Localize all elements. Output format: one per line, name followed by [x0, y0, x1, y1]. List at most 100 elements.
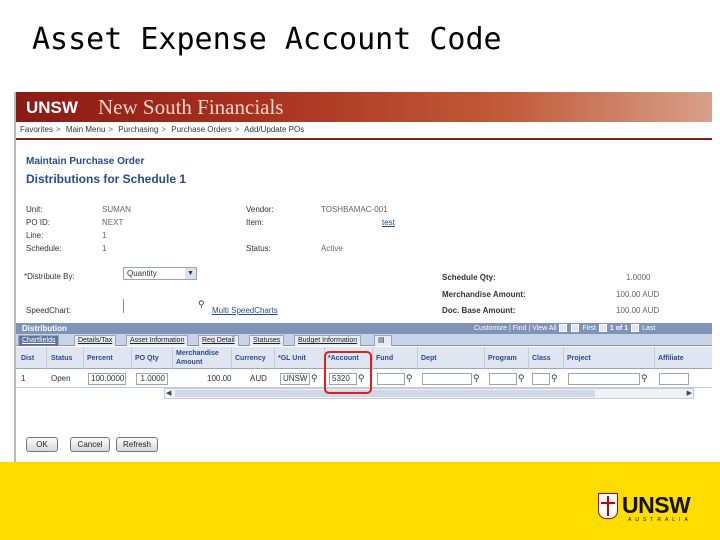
search-icon[interactable]: ⚲ — [311, 373, 318, 384]
breadcrumb-favorites[interactable]: Favorites — [20, 125, 53, 134]
download-icon[interactable] — [571, 324, 580, 333]
fund-input[interactable] — [377, 373, 405, 385]
footer-brand: UNSW — [622, 492, 691, 518]
col-fund: Fund — [376, 355, 394, 362]
tab-budget-information[interactable]: Budget Information — [294, 335, 362, 346]
col-project: Project — [567, 355, 591, 362]
customize-link[interactable]: Customize — [474, 325, 507, 332]
line-value: 1 — [102, 231, 107, 240]
col-gl-unit: *GL Unit — [278, 355, 306, 362]
class-input[interactable] — [532, 373, 550, 385]
next-icon[interactable] — [631, 324, 640, 333]
unit-label: Unit: — [26, 205, 43, 214]
tab-statuses[interactable]: Statuses — [249, 335, 285, 346]
tab-req-detail[interactable]: Req Detail — [198, 335, 239, 346]
footer-subtitle: AUSTRALIA — [628, 517, 692, 523]
app-banner: UNSW New South Financials — [16, 92, 712, 122]
row-status: Open — [51, 374, 71, 383]
dept-input[interactable] — [422, 373, 472, 385]
schedule-qty-label: Schedule Qty: — [442, 273, 496, 282]
multi-speedchart-link[interactable]: Multi SpeedCharts — [212, 306, 278, 315]
scroll-left-icon[interactable]: ◀ — [166, 389, 171, 398]
ok-button[interactable]: OK — [26, 437, 58, 452]
poid-value: NEXT — [102, 218, 124, 227]
tab-chartfields[interactable]: Chartfields — [18, 335, 60, 346]
col-dept: Dept — [421, 355, 437, 362]
breadcrumb: Favorites > Main Menu > Purchasing > Purcha… — [20, 125, 305, 134]
show-all-columns-icon[interactable]: ▤ — [374, 335, 392, 346]
refresh-button[interactable]: Refresh — [116, 437, 158, 452]
item-label: Item: — [246, 218, 264, 227]
search-icon[interactable]: ⚲ — [518, 373, 525, 384]
speedchart-input[interactable] — [123, 299, 124, 313]
row-merch-amount: 100.00 — [207, 374, 232, 383]
col-merch-amount: Merchandise Amount — [176, 350, 219, 366]
project-input[interactable] — [568, 373, 640, 385]
unit-value: SUMAN — [102, 205, 131, 214]
first-link[interactable]: First — [582, 325, 596, 332]
breadcrumb-purchase-orders[interactable]: Purchase Orders — [171, 125, 231, 134]
view-all-link[interactable]: View All — [532, 325, 556, 332]
col-program: Program — [488, 355, 517, 362]
schedule-value: 1 — [102, 244, 107, 253]
breadcrumb-main-menu[interactable]: Main Menu — [66, 125, 106, 134]
page-heading: Maintain Purchase Order — [26, 156, 145, 167]
col-affiliate: Affiliate — [658, 355, 684, 362]
distribute-by-value: Quantity — [127, 269, 157, 278]
distribution-header: Distribution Customize | Find | View All… — [16, 323, 712, 334]
crest-icon — [598, 493, 618, 519]
schedule-label: Schedule: — [26, 244, 62, 253]
doc-base-value: 100.00 AUD — [616, 306, 660, 315]
breadcrumb-purchasing[interactable]: Purchasing — [118, 125, 158, 134]
unsw-logo: UNSW — [26, 98, 78, 117]
horizontal-scrollbar[interactable]: ◀ ▶ — [164, 388, 694, 399]
scroll-right-icon[interactable]: ▶ — [687, 389, 692, 398]
po-qty-input[interactable]: 1.0000 — [136, 373, 168, 385]
merch-amount-value: 100.00 AUD — [616, 290, 660, 299]
tab-asset-information[interactable]: Asset Information — [126, 335, 189, 346]
distribution-tabs: Chartfields Details/Tax Asset Informatio… — [16, 334, 712, 346]
find-link[interactable]: Find — [513, 325, 527, 332]
distribute-by-label: *Distribute By: — [24, 272, 75, 281]
app-name: New South Financials — [98, 95, 284, 119]
cancel-button[interactable]: Cancel — [70, 437, 110, 452]
col-class: Class — [532, 355, 551, 362]
slide-footer: UNSW AUSTRALIA — [0, 462, 720, 540]
item-link[interactable]: test — [382, 218, 395, 227]
merch-amount-label: Merchandise Amount: — [442, 290, 526, 299]
prev-icon[interactable] — [598, 324, 607, 333]
row-currency: AUD — [250, 374, 267, 383]
account-highlight-circle — [324, 351, 372, 394]
status-value: Active — [321, 244, 343, 253]
program-input[interactable] — [489, 373, 517, 385]
vendor-value: TOSHBAMAC-001 — [321, 205, 388, 214]
col-currency: Currency — [235, 355, 266, 362]
breadcrumb-add-update-pos[interactable]: Add/Update POs — [244, 125, 304, 134]
gl-unit-input[interactable]: UNSW — [280, 373, 310, 385]
grid-icon[interactable] — [559, 324, 568, 333]
scrollbar-thumb[interactable] — [175, 390, 595, 397]
status-label: Status: — [246, 244, 271, 253]
page-range: 1 of 1 — [609, 325, 629, 332]
app-window: UNSW New South Financials Favorites > Mai… — [14, 92, 712, 462]
search-icon[interactable]: ⚲ — [641, 373, 648, 384]
search-icon[interactable]: ⚲ — [473, 373, 480, 384]
vendor-label: Vendor: — [246, 205, 274, 214]
tab-details-tax[interactable]: Details/Tax — [74, 335, 117, 346]
distribution-title: Distribution — [22, 324, 67, 333]
col-po-qty: PO Qty — [135, 355, 159, 362]
grid-controls: Customize | Find | View All First 1 of 1… — [474, 324, 656, 333]
search-icon[interactable]: ⚲ — [406, 373, 413, 384]
search-icon[interactable]: ⚲ — [551, 373, 558, 384]
percent-input[interactable]: 100.0000 — [88, 373, 126, 385]
last-link[interactable]: Last — [642, 325, 655, 332]
header-divider — [16, 138, 712, 140]
speedchart-label: SpeedChart: — [26, 306, 71, 315]
search-icon[interactable]: ⚲ — [198, 299, 205, 310]
distribute-by-select[interactable]: Quantity ▼ — [123, 267, 197, 280]
slide-title: Asset Expense Account Code — [32, 22, 502, 57]
affiliate-input[interactable] — [659, 373, 689, 385]
line-label: Line: — [26, 231, 44, 240]
row-dist: 1 — [21, 374, 26, 383]
col-percent: Percent — [87, 355, 113, 362]
